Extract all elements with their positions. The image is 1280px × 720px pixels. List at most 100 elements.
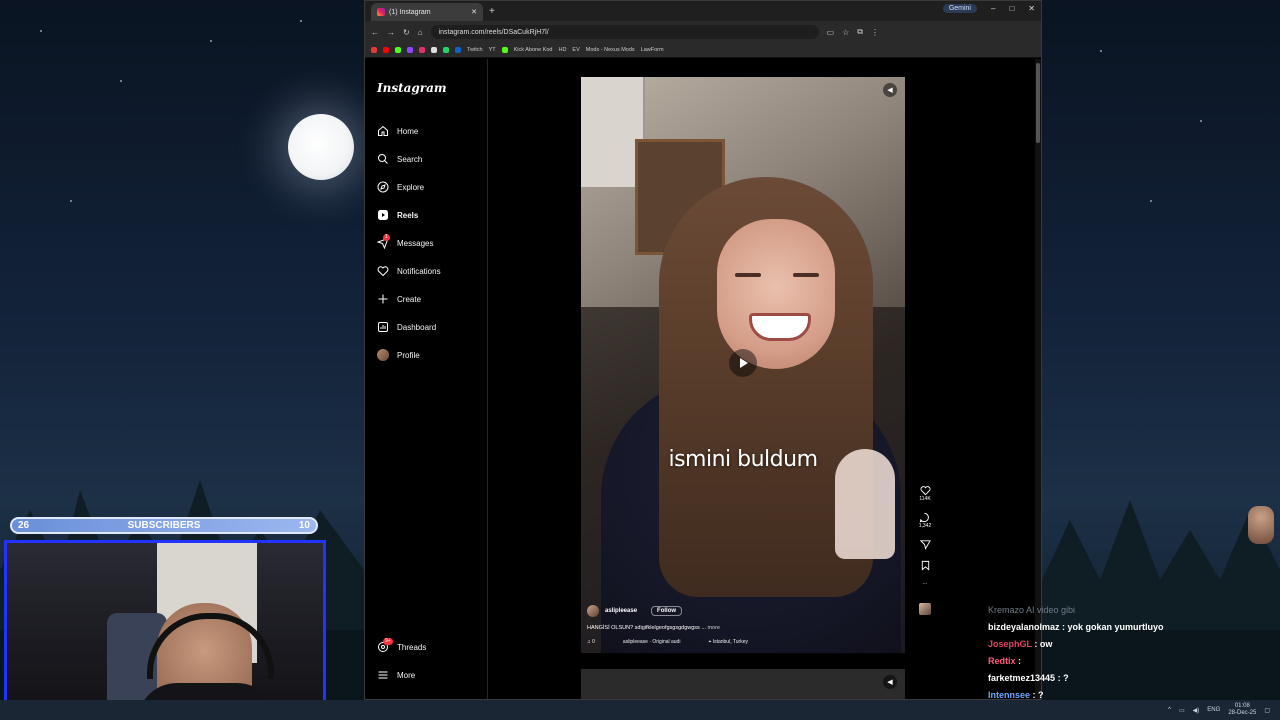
bookmark-ev[interactable]: EV [572, 47, 579, 53]
bookmark-icon[interactable] [383, 47, 389, 53]
sidebar-item-more[interactable]: More [377, 661, 487, 689]
back-icon[interactable]: ← [371, 28, 379, 37]
bookmark-icon[interactable] [395, 47, 401, 53]
notifications-tray-icon[interactable]: ▢ [1264, 707, 1270, 714]
sidebar-item-dashboard[interactable]: Dashboard [377, 313, 487, 341]
bookmark-yt[interactable]: YT [489, 47, 496, 53]
bookmark-icon[interactable] [419, 47, 425, 53]
sidebar-item-label: Notifications [397, 266, 441, 276]
close-icon[interactable]: ✕ [471, 8, 477, 16]
sidebar-item-profile[interactable]: Profile [377, 341, 487, 369]
gemini-button[interactable]: Gemini [942, 4, 977, 13]
new-tab-button[interactable]: + [489, 6, 495, 17]
webcam-feed [4, 540, 326, 718]
ellipsis-icon: ··· [922, 581, 928, 587]
volume-icon[interactable]: ◀ [883, 675, 897, 689]
sidebar: Instagram Home Search Explore Reels 1 Me… [365, 59, 488, 699]
address-row: ← → ↻ ⌂ instagram.com/reels/DSaCukRjH7l/… [365, 21, 1041, 43]
bookmark-hd[interactable]: HD [558, 47, 566, 53]
bookmark-icon[interactable] [455, 47, 461, 53]
comment-button[interactable]: 1,342 [919, 512, 931, 529]
sidebar-item-create[interactable]: Create [377, 285, 487, 313]
extensions-icon[interactable]: ⧉ [857, 27, 863, 37]
menu-icon [378, 671, 388, 679]
follow-button[interactable]: Follow [651, 606, 683, 616]
volume-tray-icon[interactable]: ◀) [1193, 707, 1200, 714]
threads-badge: 9+ [383, 638, 393, 645]
maximize-button[interactable]: □ [1009, 4, 1014, 13]
forward-icon[interactable]: → [387, 28, 395, 37]
reel-meta: aslipleease Follow HANGİSİ OLSUN? sdigif… [587, 605, 899, 645]
chat-message: Redtix : [988, 656, 1022, 666]
heart-icon [377, 266, 389, 277]
like-count: 114K [919, 496, 931, 502]
clock[interactable]: 01:08 28-Dec-25 [1228, 703, 1256, 717]
save-button[interactable] [920, 560, 931, 571]
sidebar-item-threads[interactable]: 9+ Threads [377, 633, 487, 661]
bookmark-twitch[interactable]: Twitch [467, 47, 483, 53]
share-button[interactable] [919, 539, 931, 550]
window-close-button[interactable]: ✕ [1028, 4, 1035, 13]
sidebar-item-messages[interactable]: 1 Messages [377, 229, 487, 257]
moon-graphic [288, 114, 354, 180]
home-browser-icon[interactable]: ⌂ [418, 28, 423, 37]
minimize-button[interactable]: – [991, 4, 995, 13]
sidebar-item-search[interactable]: Search [377, 145, 487, 173]
volume-icon[interactable]: ◀ [883, 83, 897, 97]
video-frame-eye [793, 273, 819, 277]
sidebar-item-reels[interactable]: Reels [377, 201, 487, 229]
avatar[interactable] [587, 605, 599, 617]
reel-user-row: aslipleease Follow [587, 605, 899, 617]
play-button[interactable] [729, 349, 757, 377]
bookmark-icon[interactable] [443, 47, 449, 53]
more-link[interactable]: more [707, 625, 720, 631]
bookmark-icon [921, 560, 929, 571]
location-link[interactable]: ⌖ Istanbul, Turkey [708, 639, 748, 645]
video-frame-mouth [749, 313, 811, 341]
sidebar-nav: Home Search Explore Reels 1 Messages Not… [377, 117, 487, 369]
clock-date: 28-Dec-25 [1228, 710, 1257, 716]
sidebar-item-label: Create [397, 294, 422, 304]
chat-message: farketmez13445 : ? [988, 673, 1069, 683]
install-icon[interactable]: ▭ [827, 28, 835, 37]
bookmark-icon[interactable] [431, 47, 437, 53]
menu-dots-icon[interactable]: ⋮ [871, 28, 879, 37]
chat-user: Kremazo [988, 605, 1025, 615]
tray-chevron-icon[interactable]: ^ [1168, 707, 1171, 713]
network-icon[interactable]: ▭ [1179, 707, 1185, 714]
sidebar-item-notifications[interactable]: Notifications [377, 257, 487, 285]
scrollbar-thumb[interactable] [1036, 63, 1040, 143]
bookmark-lawform[interactable]: LawForm [641, 47, 664, 53]
instagram-favicon-icon [377, 8, 385, 16]
star-icon[interactable]: ☆ [842, 28, 849, 37]
bookmark-icon[interactable] [501, 47, 508, 53]
clock-time: 01:08 [1234, 703, 1250, 709]
reel-description: HANGİSİ OLSUN? sdigifklelgeofgsgsgdgwgss… [587, 625, 899, 631]
sidebar-item-home[interactable]: Home [377, 117, 487, 145]
next-reel-preview[interactable]: ◀ [581, 669, 905, 699]
sidebar-item-label: Profile [397, 350, 420, 360]
more-options-button[interactable]: ··· [923, 581, 928, 587]
sidebar-item-explore[interactable]: Explore [377, 173, 487, 201]
bookmark-nexus[interactable]: Mods - Nexus Mods [586, 47, 635, 53]
instagram-logo[interactable]: Instagram [377, 81, 447, 95]
bookmark-icon[interactable] [371, 47, 377, 53]
address-bar[interactable]: instagram.com/reels/DSaCukRjH7l/ [430, 25, 819, 39]
bookmark-icon[interactable] [407, 47, 413, 53]
sidebar-item-label: Dashboard [397, 322, 437, 332]
sidebar-item-label: Search [397, 154, 423, 164]
audio-thumbnail[interactable] [919, 603, 931, 615]
audio-link[interactable]: aslipleease · Original audi [623, 639, 681, 645]
reel-username[interactable]: aslipleease [605, 608, 637, 614]
language-indicator[interactable]: ENG [1207, 707, 1220, 713]
tab-instagram[interactable]: (1) Instagram ✕ [371, 3, 483, 21]
audio-count: ♫ 0 [587, 639, 595, 645]
chat-overlay: Kremazo AI video gibi bizdeyalanolmaz : … [988, 602, 1278, 704]
reel-description-text: HANGİSİ OLSUN? sdigifklelgeofgsgsgdgwgss… [587, 625, 706, 631]
like-button[interactable]: 114K [919, 485, 931, 502]
share-icon [919, 540, 931, 550]
bookmark-kick[interactable]: Kick Abone Kod [514, 47, 553, 53]
sub-goal-title: SUBSCRIBERS [127, 520, 201, 531]
reel-video[interactable]: ◀ ismini buldum aslipleease Follow HANGİ… [581, 77, 905, 653]
reload-icon[interactable]: ↻ [403, 28, 410, 37]
